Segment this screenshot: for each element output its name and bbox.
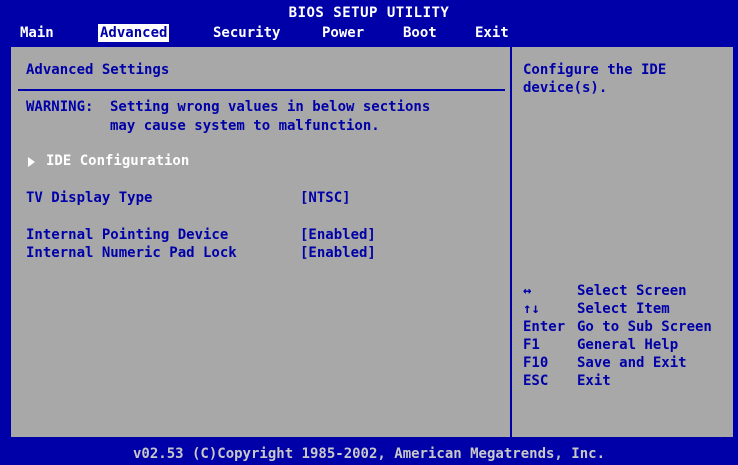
setting-value-pointing-device[interactable]: [Enabled] [300,226,376,244]
title-bar: BIOS SETUP UTILITY Main Advanced Securit… [0,0,738,44]
panel-divider [510,47,512,437]
warning-text-line1: Setting wrong values in below sections [110,99,431,115]
key-help-select-item: Select Item [577,301,670,317]
setting-label-pointing-device[interactable]: Internal Pointing Device [26,226,228,244]
copyright-footer: v02.53 (C)Copyright 1985-2002, American … [0,443,738,465]
setting-value-tv-display[interactable]: [NTSC] [300,189,351,207]
menu-main[interactable]: Main [18,24,56,42]
submenu-arrow-icon [28,157,35,167]
heading-divider [18,89,505,91]
key-f1: F1 [523,337,540,353]
key-esc: ESC [523,373,549,389]
key-up-down-icon: ↑↓ [523,301,540,317]
menu-advanced[interactable]: Advanced [98,24,170,42]
menu-power[interactable]: Power [320,24,366,42]
warning-label: WARNING: [26,99,94,115]
help-description-line2: device(s). [523,80,608,96]
key-left-right-icon: ↔ [523,283,532,299]
key-f10: F10 [523,355,549,371]
help-description-line1: Configure the IDE [523,62,667,78]
section-heading: Advanced Settings [26,62,170,78]
warning-text-line2: may cause system to malfunction. [110,118,380,134]
key-help-general-help: General Help [577,337,679,353]
setting-label-tv-display[interactable]: TV Display Type [26,189,152,207]
key-help-exit: Exit [577,373,611,389]
ide-configuration-item[interactable]: IDE Configuration [46,152,189,170]
key-help-save-exit: Save and Exit [577,355,687,371]
setting-value-numeric-pad-lock[interactable]: [Enabled] [300,244,376,262]
bios-title: BIOS SETUP UTILITY [288,5,450,21]
key-help-sub-screen: Go to Sub Screen [577,319,712,335]
menu-security[interactable]: Security [211,24,282,42]
setting-label-numeric-pad-lock[interactable]: Internal Numeric Pad Lock [26,244,237,262]
menu-exit[interactable]: Exit [473,24,511,42]
menu-boot[interactable]: Boot [401,24,439,42]
settings-panel: Advanced Settings WARNING: Setting wrong… [9,45,735,439]
key-help-select-screen: Select Screen [577,283,687,299]
key-enter: Enter [523,319,566,335]
